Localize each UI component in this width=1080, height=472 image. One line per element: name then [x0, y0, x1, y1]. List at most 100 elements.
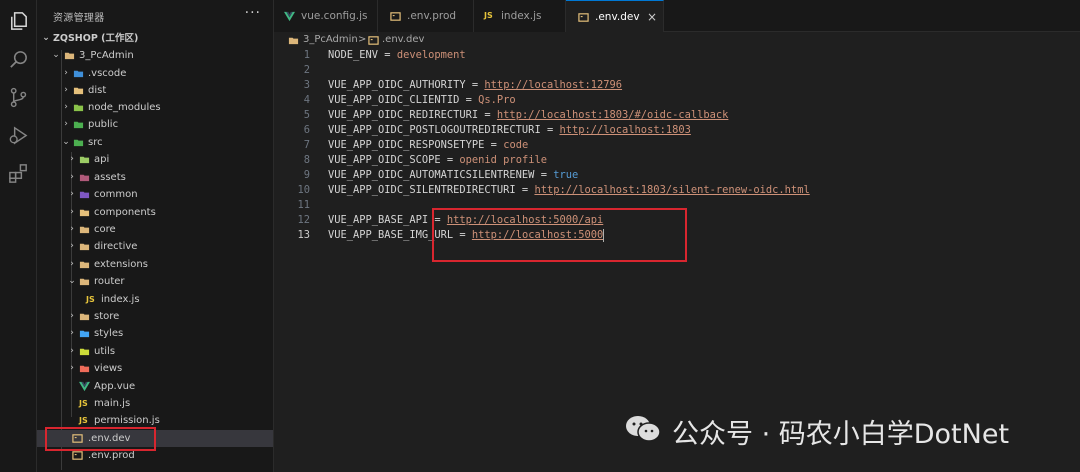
- explorer-icon[interactable]: [7, 10, 30, 33]
- tab-env-prod[interactable]: .env.prod: [378, 0, 474, 32]
- explorer-title: 资源管理器: [53, 13, 105, 24]
- equals-sign: =: [440, 154, 460, 166]
- tab-vue-config[interactable]: vue.config.js: [274, 0, 378, 32]
- breadcrumb-folder[interactable]: 3_PcAdmin: [303, 32, 358, 48]
- chevron-right-icon: ›: [70, 363, 74, 373]
- editor-tab-bar: vue.config.js .env.prod JS index.js .env…: [274, 0, 1080, 32]
- tree-item-utils[interactable]: › utils: [37, 343, 273, 360]
- tree-item-views[interactable]: › views: [37, 360, 273, 377]
- chevron-right-icon: ›: [70, 241, 74, 251]
- activity-bar: [0, 0, 37, 472]
- code-line[interactable]: VUE_APP_OIDC_AUTHORITY = http://localhos…: [328, 78, 622, 93]
- tree-item-project[interactable]: ⌄ 3_PcAdmin: [37, 47, 273, 64]
- env-key: VUE_APP_OIDC_AUTHORITY: [328, 79, 466, 91]
- tree-item-directive[interactable]: › directive: [37, 238, 273, 255]
- env-key: NODE_ENV: [328, 49, 379, 61]
- folder-icon: [79, 189, 90, 200]
- line-number: 4: [303, 94, 310, 106]
- env-url-value[interactable]: http://localhost:1803: [559, 124, 690, 136]
- tree-item-router[interactable]: ⌄ router: [37, 273, 273, 290]
- equals-sign: =: [534, 169, 554, 181]
- equals-sign: =: [478, 109, 497, 121]
- line-number: 8: [303, 154, 310, 166]
- close-icon[interactable]: ×: [647, 1, 657, 33]
- env-icon: [578, 12, 589, 23]
- line-number: 6: [303, 124, 310, 136]
- code-line[interactable]: NODE_ENV = development: [328, 48, 466, 63]
- folder-utils-icon: [79, 346, 90, 357]
- line-number: 12: [297, 214, 310, 226]
- code-line[interactable]: VUE_APP_OIDC_REDIRECTURI = http://localh…: [328, 108, 728, 123]
- folder-icon: [79, 241, 90, 252]
- tree-item-node-modules[interactable]: › node_modules: [37, 99, 273, 116]
- env-key: VUE_APP_OIDC_REDIRECTURI: [328, 109, 479, 121]
- tree-item-label: main.js: [94, 398, 131, 409]
- folder-assets-icon: [79, 172, 90, 183]
- code-line[interactable]: VUE_APP_OIDC_SCOPE = openid profile: [328, 153, 547, 168]
- workspace-label: ZQSHOP (工作区): [53, 33, 139, 44]
- tree-item-common[interactable]: › common: [37, 186, 273, 203]
- line-number: 2: [303, 64, 310, 76]
- chevron-right-icon: ›: [64, 85, 68, 95]
- watermark-text: 公众号 · 码农小白学DotNet: [672, 419, 1010, 450]
- chevron-down-icon: ⌄: [62, 137, 70, 147]
- chevron-right-icon: ›: [70, 259, 74, 269]
- tree-item-main-js[interactable]: JS main.js: [37, 395, 273, 412]
- vue-file-icon: [79, 381, 90, 392]
- tree-item-label: common: [94, 189, 138, 200]
- extensions-icon[interactable]: [7, 162, 30, 185]
- line-number: 3: [303, 79, 310, 91]
- tree-item-public[interactable]: › public: [37, 116, 273, 133]
- code-line[interactable]: VUE_APP_OIDC_RESPONSETYPE = code: [328, 138, 528, 153]
- env-value: Qs.Pro: [478, 94, 516, 106]
- tree-item-assets[interactable]: › assets: [37, 169, 273, 186]
- chevron-down-icon: ⌄: [68, 276, 76, 286]
- workspace-root[interactable]: ⌄ ZQSHOP (工作区): [37, 30, 273, 47]
- tree-item-core[interactable]: › core: [37, 221, 273, 238]
- env-key: VUE_APP_OIDC_AUTOMATICSILENTRENEW: [328, 169, 535, 181]
- more-actions-icon[interactable]: ···: [245, 5, 261, 21]
- search-icon[interactable]: [7, 48, 30, 71]
- tree-item-components[interactable]: › components: [37, 204, 273, 221]
- folder-node-icon: [73, 102, 84, 113]
- tree-item-api[interactable]: › api: [37, 151, 273, 168]
- run-debug-icon[interactable]: [7, 124, 30, 147]
- tree-item-label: core: [94, 224, 116, 235]
- folder-icon: [79, 224, 90, 235]
- tree-item-vscode[interactable]: › .vscode: [37, 65, 273, 82]
- chevron-right-icon: ›: [64, 102, 68, 112]
- chevron-right-icon: ›: [64, 68, 68, 78]
- tree-item-app-vue[interactable]: App.vue: [37, 378, 273, 395]
- tree-item-router-index[interactable]: JS index.js: [37, 291, 273, 308]
- tab-env-dev[interactable]: .env.dev ×: [566, 0, 664, 32]
- tree-item-dist[interactable]: › dist: [37, 82, 273, 99]
- folder-styles-icon: [79, 328, 90, 339]
- chevron-right-icon: ›: [70, 189, 74, 199]
- tab-index-js[interactable]: JS index.js: [474, 0, 566, 32]
- folder-vscode-icon: [73, 68, 84, 79]
- tree-item-styles[interactable]: › styles: [37, 325, 273, 342]
- env-value: openid profile: [459, 154, 547, 166]
- chevron-right-icon: ›: [64, 119, 68, 129]
- folder-open-icon: [64, 50, 75, 61]
- chevron-right-icon: ›: [70, 224, 74, 234]
- folder-icon: [73, 85, 84, 96]
- tree-item-src[interactable]: ⌄ src: [37, 134, 273, 151]
- code-line[interactable]: VUE_APP_OIDC_POSTLOGOUTREDIRECTURI = htt…: [328, 123, 691, 138]
- folder-public-icon: [73, 119, 84, 130]
- tree-item-extensions[interactable]: › extensions: [37, 256, 273, 273]
- folder-icon: [79, 311, 90, 322]
- env-url-value[interactable]: http://localhost:12796: [484, 79, 622, 91]
- breadcrumb-file[interactable]: .env.dev: [382, 32, 424, 48]
- breadcrumb-separator: >: [358, 34, 367, 45]
- code-line[interactable]: VUE_APP_OIDC_SILENTREDIRECTURI = http://…: [328, 183, 810, 198]
- tree-item-store[interactable]: › store: [37, 308, 273, 325]
- env-url-value[interactable]: http://localhost:1803/silent-renew-oidc.…: [534, 184, 809, 196]
- env-key: VUE_APP_OIDC_SILENTREDIRECTURI: [328, 184, 516, 196]
- chevron-right-icon: ›: [70, 311, 74, 321]
- source-control-icon[interactable]: [7, 86, 30, 109]
- env-url-value[interactable]: http://localhost:1803/#/oidc-callback: [497, 109, 728, 121]
- code-line[interactable]: VUE_APP_OIDC_AUTOMATICSILENTRENEW = true: [328, 168, 578, 183]
- code-line[interactable]: VUE_APP_OIDC_CLIENTID = Qs.Pro: [328, 93, 516, 108]
- tree-item-label: extensions: [94, 259, 148, 270]
